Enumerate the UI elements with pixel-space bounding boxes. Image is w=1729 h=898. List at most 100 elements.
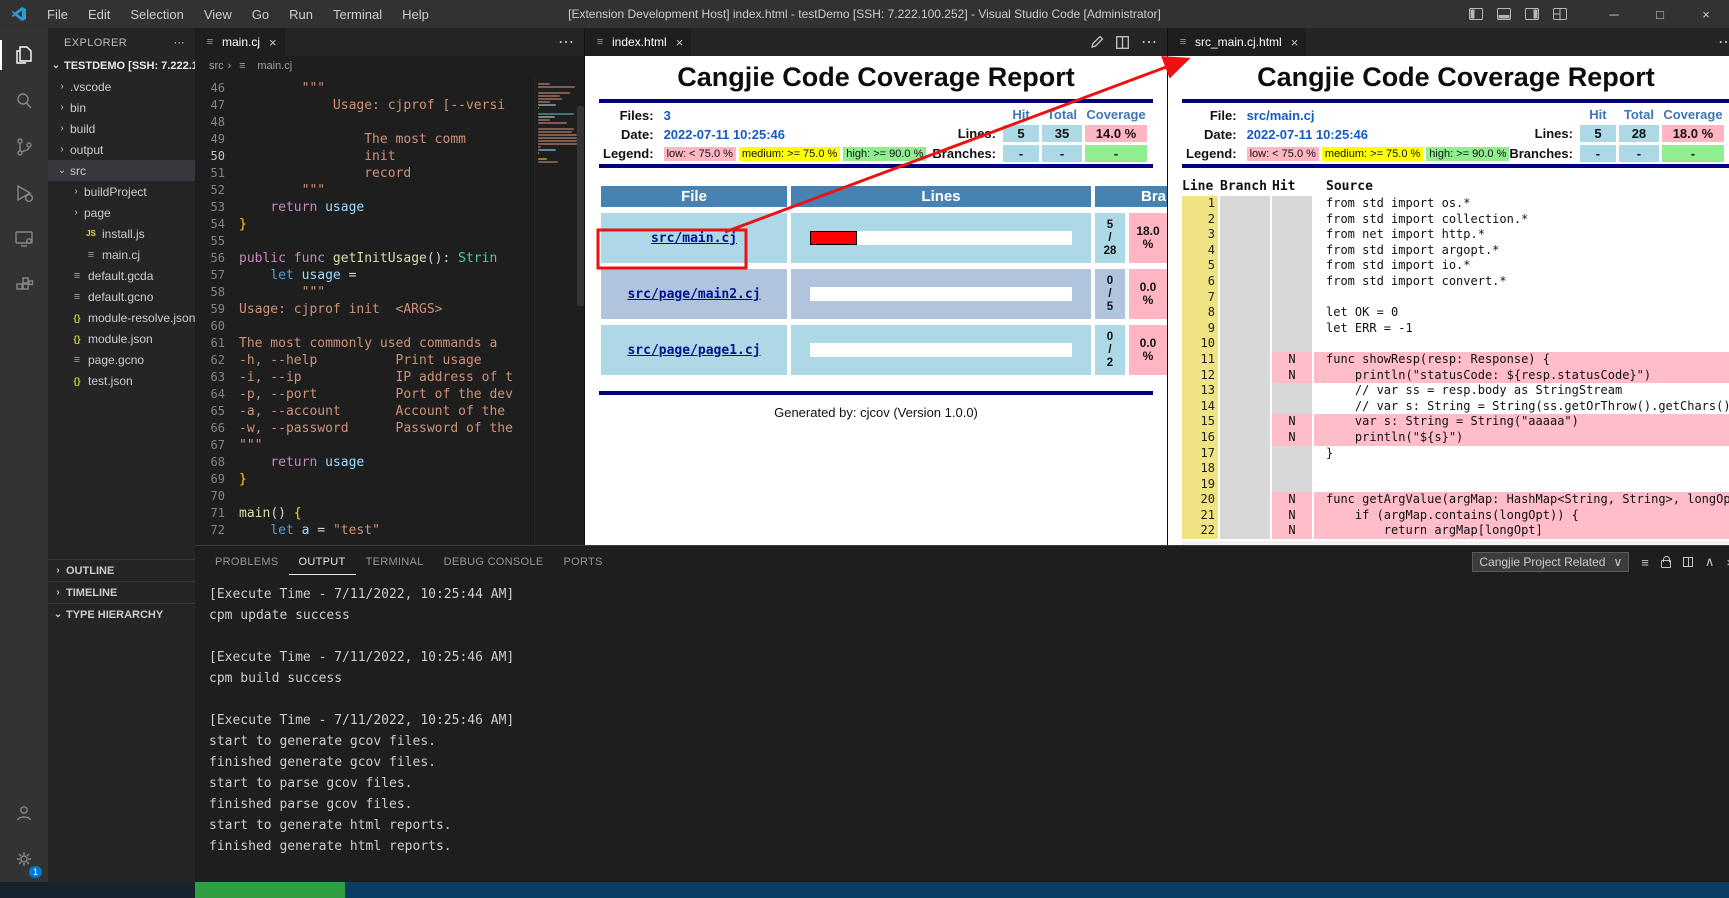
menu-go[interactable]: Go xyxy=(243,4,278,25)
panel-tab-ports[interactable]: PORTS xyxy=(553,550,612,575)
editor-actions-more-icon[interactable]: ⋯ xyxy=(1718,32,1729,52)
code-line-53[interactable]: 53 return usage xyxy=(195,199,534,216)
editor-actions-more-icon[interactable]: ⋯ xyxy=(558,32,574,52)
code-line-64[interactable]: 64-p, --port Port of the dev xyxy=(195,386,534,403)
menu-terminal[interactable]: Terminal xyxy=(324,4,391,25)
tree-item-default-gcda[interactable]: ≡default.gcda xyxy=(48,265,195,286)
tree-item-src[interactable]: ⌄src xyxy=(48,160,195,181)
panel-tab-terminal[interactable]: TERMINAL xyxy=(356,550,434,575)
tree-item-buildproject[interactable]: ›buildProject xyxy=(48,181,195,202)
tree-item-testdemo-ssh-7-222-10-[interactable]: ⌄TESTDEMO [SSH: 7.222.10... xyxy=(48,55,195,76)
code-line-68[interactable]: 68 return usage xyxy=(195,454,534,471)
code-line-52[interactable]: 52 """ xyxy=(195,182,534,199)
close-button[interactable]: × xyxy=(1683,0,1729,28)
tree-item-module-resolve-json[interactable]: {}module-resolve.json xyxy=(48,307,195,328)
tree-item-test-json[interactable]: {}test.json xyxy=(48,370,195,391)
tree-item-output[interactable]: ›output xyxy=(48,139,195,160)
remote-explorer-icon[interactable] xyxy=(0,216,48,262)
code-line-55[interactable]: 55 xyxy=(195,233,534,250)
breadcrumb[interactable]: src› ≡ main.cj xyxy=(195,56,584,76)
code-line-49[interactable]: 49 The most comm xyxy=(195,131,534,148)
account-icon[interactable] xyxy=(0,790,48,836)
explorer-more-icon[interactable]: ⋯ xyxy=(174,36,185,49)
code-line-50[interactable]: 50 init xyxy=(195,148,534,165)
tree-item-install-js[interactable]: JSinstall.js xyxy=(48,223,195,244)
toggle-secondary-sidebar-icon[interactable] xyxy=(1525,8,1539,20)
code-line-57[interactable]: 57 let usage = xyxy=(195,267,534,284)
code-line-48[interactable]: 48 xyxy=(195,114,534,131)
tree-item-page[interactable]: ›page xyxy=(48,202,195,223)
code-line-46[interactable]: 46 """ xyxy=(195,80,534,97)
file-link[interactable]: src/main.cj xyxy=(651,231,737,246)
menu-help[interactable]: Help xyxy=(393,4,438,25)
code-line-54[interactable]: 54} xyxy=(195,216,534,233)
split-editor-icon[interactable] xyxy=(1116,36,1129,49)
menu-file[interactable]: File xyxy=(38,4,77,25)
source-control-icon[interactable] xyxy=(0,124,48,170)
tab-close-icon[interactable]: × xyxy=(676,35,684,50)
remote-indicator[interactable] xyxy=(195,882,345,898)
code-line-66[interactable]: 66-w, --password Password of the xyxy=(195,420,534,437)
code-line-59[interactable]: 59Usage: cjprof init <ARGS> xyxy=(195,301,534,318)
tree-item-default-gcno[interactable]: ≡default.gcno xyxy=(48,286,195,307)
tree-item-page-gcno[interactable]: ≡page.gcno xyxy=(48,349,195,370)
code-line-65[interactable]: 65-a, --account Account of the xyxy=(195,403,534,420)
edit-pencil-icon[interactable] xyxy=(1090,35,1104,49)
code-line-60[interactable]: 60 xyxy=(195,318,534,335)
panel-tab-problems[interactable]: PROBLEMS xyxy=(205,550,289,575)
minimize-button[interactable]: ─ xyxy=(1591,0,1637,28)
tree-item-build[interactable]: ›build xyxy=(48,118,195,139)
tree-item-main-cj[interactable]: ≡main.cj xyxy=(48,244,195,265)
editor-scrollbar[interactable] xyxy=(577,106,584,306)
lock-scroll-icon[interactable] xyxy=(1661,560,1671,568)
code-line-51[interactable]: 51 record xyxy=(195,165,534,182)
code-line-58[interactable]: 58 """ xyxy=(195,284,534,301)
code-line-69[interactable]: 69} xyxy=(195,471,534,488)
run-debug-icon[interactable] xyxy=(0,170,48,216)
menu-run[interactable]: Run xyxy=(280,4,322,25)
maximize-panel-icon[interactable]: ∧ xyxy=(1705,554,1715,570)
horizontal-scrollbar[interactable] xyxy=(1182,541,1729,545)
toggle-panel-icon[interactable] xyxy=(1497,8,1511,20)
menu-edit[interactable]: Edit xyxy=(79,4,119,25)
output-log[interactable]: [Execute Time - 7/11/2022, 10:25:44 AM]c… xyxy=(195,578,1729,882)
explorer-icon[interactable] xyxy=(0,32,48,78)
code-editor[interactable]: 46 """47 Usage: cjprof [--versi4849 The … xyxy=(195,76,534,545)
sidebar-section-timeline[interactable]: ›TIMELINE xyxy=(48,581,195,603)
tab-main-cj[interactable]: ≡ main.cj × xyxy=(195,28,286,56)
code-line-47[interactable]: 47 Usage: cjprof [--versi xyxy=(195,97,534,114)
panel-tab-output[interactable]: OUTPUT xyxy=(289,550,356,575)
output-channel-dropdown[interactable]: Cangjie Project Related ∨ xyxy=(1472,552,1629,572)
tab-index-html[interactable]: ≡ index.html × xyxy=(585,28,692,56)
customize-layout-icon[interactable] xyxy=(1553,8,1567,20)
tab-src-main-cj-html[interactable]: ≡ src_main.cj.html × xyxy=(1168,28,1307,56)
tab-close-icon[interactable]: × xyxy=(1291,35,1299,50)
sidebar-section-outline[interactable]: ›OUTLINE xyxy=(48,559,195,581)
menu-selection[interactable]: Selection xyxy=(121,4,192,25)
code-line-63[interactable]: 63-i, --ip IP address of t xyxy=(195,369,534,386)
toggle-sidebar-icon[interactable] xyxy=(1469,8,1483,20)
sidebar-section-type-hierarchy[interactable]: ⌄TYPE HIERARCHY xyxy=(48,603,195,625)
file-link[interactable]: src/page/page1.cj xyxy=(627,343,760,358)
code-line-71[interactable]: 71main() { xyxy=(195,505,534,522)
panel-tab-debug-console[interactable]: DEBUG CONSOLE xyxy=(434,550,554,575)
code-line-56[interactable]: 56public func getInitUsage(): Strin xyxy=(195,250,534,267)
maximize-button[interactable]: □ xyxy=(1637,0,1683,28)
code-line-70[interactable]: 70 xyxy=(195,488,534,505)
code-line-61[interactable]: 61The most commonly used commands a xyxy=(195,335,534,352)
output-views-icon[interactable]: ≡ xyxy=(1641,555,1649,570)
tree-item-module-json[interactable]: {}module.json xyxy=(48,328,195,349)
code-line-62[interactable]: 62-h, --help Print usage xyxy=(195,352,534,369)
settings-gear-icon[interactable]: 1 xyxy=(0,836,48,882)
menu-view[interactable]: View xyxy=(195,4,241,25)
editor-actions-more-icon[interactable]: ⋯ xyxy=(1141,32,1157,52)
code-line-72[interactable]: 72 let a = "test" xyxy=(195,522,534,539)
file-link[interactable]: src/page/main2.cj xyxy=(627,287,760,302)
tab-close-icon[interactable]: × xyxy=(269,35,277,50)
split-panel-icon[interactable] xyxy=(1683,557,1693,567)
tree-item--vscode[interactable]: ›.vscode xyxy=(48,76,195,97)
tree-item-bin[interactable]: ›bin xyxy=(48,97,195,118)
search-icon[interactable] xyxy=(0,78,48,124)
extensions-icon[interactable] xyxy=(0,262,48,308)
code-line-67[interactable]: 67""" xyxy=(195,437,534,454)
